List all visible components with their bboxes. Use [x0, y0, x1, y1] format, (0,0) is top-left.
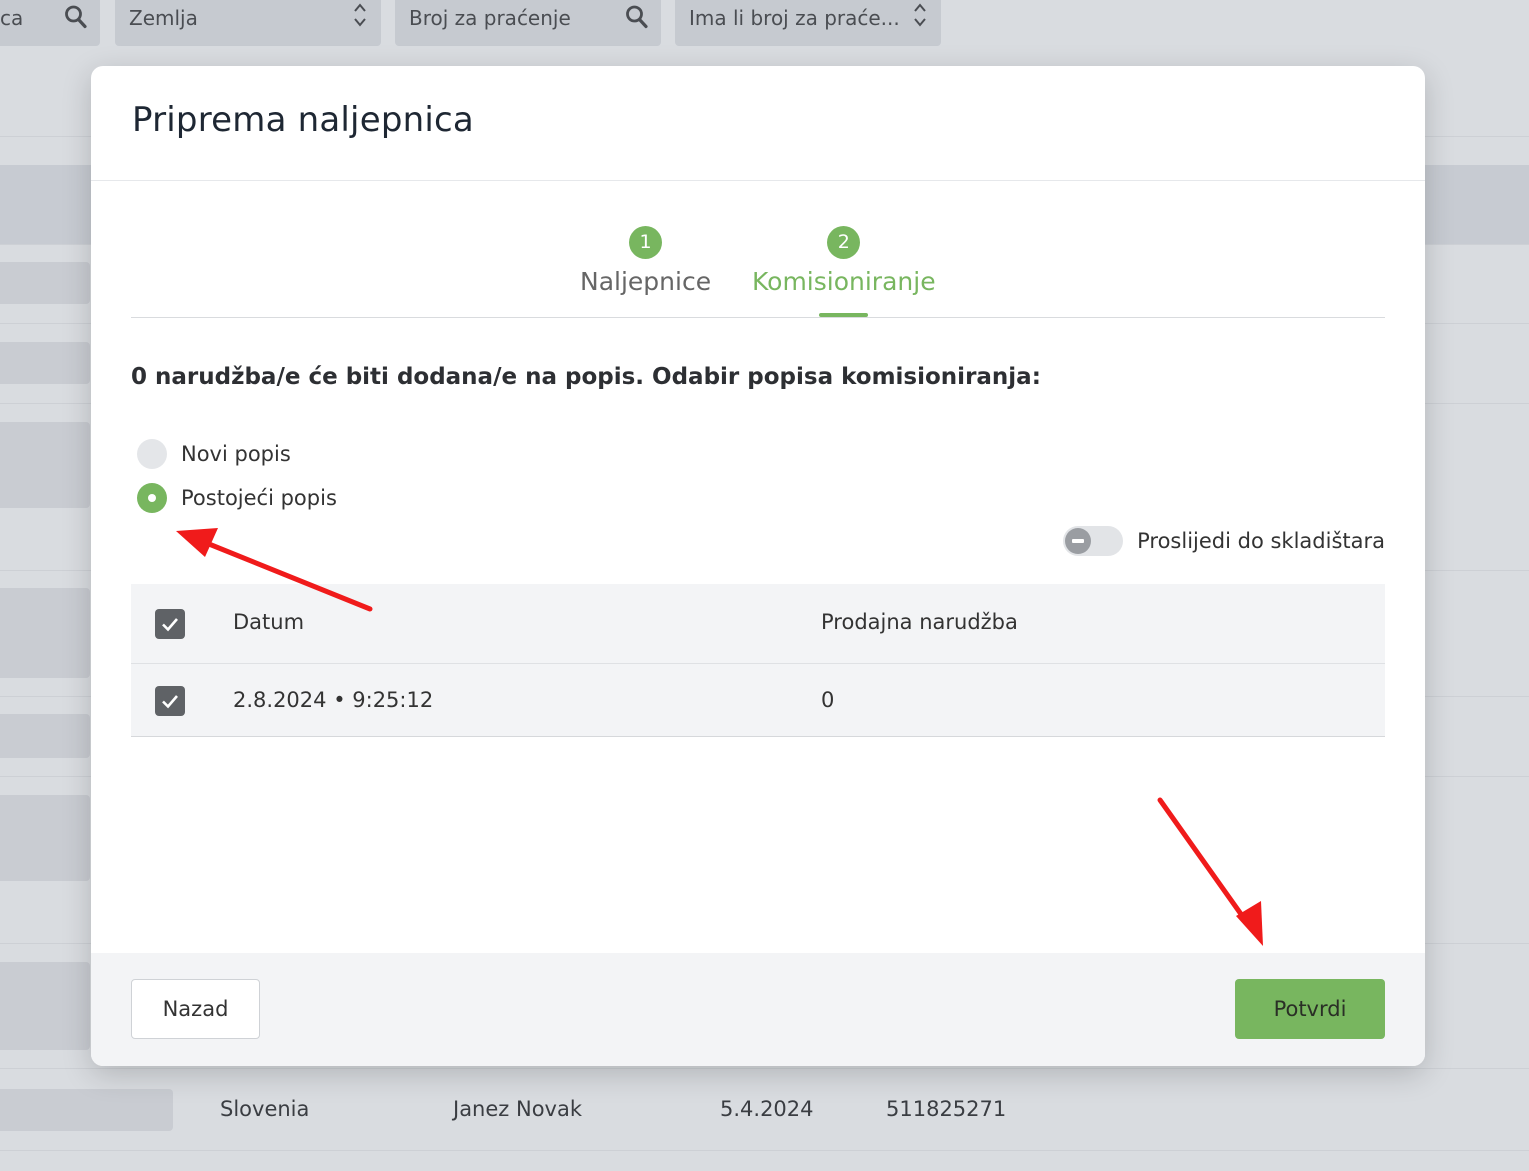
row-customer: Janez Novak: [453, 1097, 583, 1121]
back-button[interactable]: Nazad: [131, 979, 260, 1039]
background-blurred-cell: [0, 422, 90, 508]
radio-existing-list[interactable]: Postojeći popis: [137, 483, 337, 513]
confirm-button[interactable]: Potvrdi: [1235, 979, 1385, 1039]
background-divider: [0, 1150, 1529, 1151]
filter-tracking-search[interactable]: Broj za praćenje: [395, 0, 661, 46]
filter-search-field[interactable]: ca: [0, 0, 100, 46]
radio-button[interactable]: [137, 439, 167, 469]
background-divider: [0, 1068, 1529, 1069]
step-picking[interactable]: 2 Komisioniranje: [752, 226, 936, 296]
modal-header: Priprema naljepnica: [91, 66, 1425, 181]
step-number-badge: 1: [629, 226, 663, 259]
table-row[interactable]: 2.8.2024 • 9:25:12 0: [131, 664, 1385, 737]
filter-label: ca: [0, 6, 24, 30]
column-header-date[interactable]: Datum: [233, 610, 304, 634]
checkmark-icon: [162, 618, 178, 632]
stepper: 1 Naljepnice 2 Komisioniranje: [131, 226, 1385, 318]
modal-footer: Nazad Potvrdi: [91, 953, 1425, 1066]
radio-button[interactable]: [137, 483, 167, 513]
radio-label: Postojeći popis: [181, 486, 337, 510]
picking-lists-table: Datum Prodajna narudžba 2.8.2024 • 9:25:…: [131, 584, 1385, 737]
row-checkbox[interactable]: [155, 686, 185, 716]
row-tracking-number: 511825271: [886, 1097, 1007, 1121]
background-filter-bar: ca Zemlja Broj za praćenje Ima li broj z…: [0, 0, 1529, 46]
filter-has-tracking-select[interactable]: Ima li broj za praće...: [675, 0, 941, 46]
picking-info-text: 0 narudžba/e će biti dodana/e na popis. …: [131, 364, 1041, 390]
toggle-off-icon: [1065, 528, 1092, 554]
filter-country-select[interactable]: Zemlja: [115, 0, 381, 46]
step-label: Naljepnice: [580, 267, 712, 296]
filter-label: Zemlja: [129, 6, 198, 30]
table-header: Datum Prodajna narudžba: [131, 584, 1385, 664]
step-label: Komisioniranje: [752, 267, 936, 296]
row-country: Slovenia: [220, 1097, 310, 1121]
column-header-sales-order[interactable]: Prodajna narudžba: [821, 610, 1018, 634]
active-step-indicator: [819, 313, 868, 317]
background-blurred-cell: [0, 262, 90, 304]
forward-to-warehouse-toggle[interactable]: [1063, 526, 1124, 556]
forward-to-warehouse-toggle-row: Proslijedi do skladištara: [1063, 526, 1385, 556]
select-all-checkbox[interactable]: [155, 609, 185, 639]
checkmark-icon: [162, 695, 178, 709]
filter-label: Broj za praćenje: [409, 6, 571, 30]
cell-date: 2.8.2024 • 9:25:12: [233, 688, 434, 712]
modal-title: Priprema naljepnica: [132, 100, 474, 140]
sort-chevrons-icon: [353, 2, 367, 29]
search-icon: [64, 4, 88, 36]
row-date: 5.4.2024: [720, 1097, 814, 1121]
background-blurred-cell: [0, 342, 90, 384]
background-blurred-cell: [0, 714, 90, 758]
background-blurred-cell: [0, 588, 90, 678]
step-number-badge: 2: [827, 226, 861, 259]
cell-sales-order: 0: [821, 688, 835, 712]
radio-label: Novi popis: [181, 442, 291, 466]
step-labels[interactable]: 1 Naljepnice: [580, 226, 711, 296]
radio-new-list[interactable]: Novi popis: [137, 439, 291, 469]
toggle-label: Proslijedi do skladištara: [1137, 529, 1385, 553]
background-blurred-cell: [0, 795, 90, 881]
label-preparation-modal: Priprema naljepnica 1 Naljepnice 2 Komis…: [91, 66, 1425, 1066]
filter-label: Ima li broj za praće...: [689, 6, 900, 30]
background-blurred-cell: [0, 1089, 173, 1131]
background-blurred-cell: [0, 962, 90, 1050]
search-icon: [625, 4, 649, 36]
sort-chevrons-icon: [913, 2, 927, 29]
